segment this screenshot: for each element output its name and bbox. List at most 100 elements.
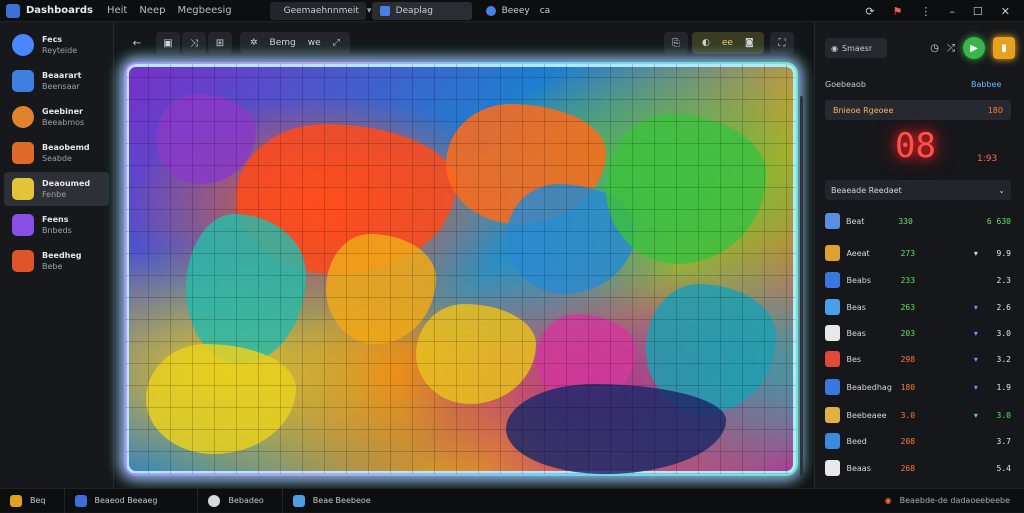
leaderboard-header[interactable]: Beaeade Reedaet ⌄ (825, 180, 1011, 200)
view-group[interactable]: ✲ Bemg we ⤢ (240, 32, 350, 54)
player-value: 9.9 (996, 248, 1011, 258)
player-icon (825, 213, 840, 229)
sidebar-item-5[interactable]: Deaoumed Fenbe (4, 172, 109, 206)
status-item-label: Beq (30, 496, 46, 505)
leaderboard-row[interactable]: Bes 298 ▾ 3.2 (825, 346, 1011, 372)
hint-group[interactable]: ◐ ee ◙ (692, 32, 764, 54)
chevron-down-icon: ⌄ (998, 185, 1005, 195)
status-item-label: Beaeod Beeaeg (94, 496, 158, 505)
shuffle-button[interactable]: ⤨ (182, 32, 206, 54)
scrollbar[interactable] (800, 96, 803, 476)
camera-icon: ◙ (744, 38, 754, 48)
leaderboard-row[interactable]: Beabs 233 2.3 (825, 267, 1011, 293)
player-value: 3.0 (996, 328, 1011, 338)
player-score: 263 (900, 302, 916, 312)
leaderboard-row[interactable]: Aeeat 273 ▾ 9.9 (825, 240, 1011, 266)
sidebar-item-subtitle: Fenbe (42, 190, 67, 199)
refresh-icon[interactable]: ⟳ (865, 5, 874, 18)
player-score: 273 (900, 248, 916, 258)
browser-icon (485, 5, 496, 16)
leaderboard-row[interactable]: Beabedhag 180 ▾ 1.9 (825, 374, 1011, 400)
app-icon (12, 34, 34, 56)
app-icon (12, 70, 34, 92)
status-item-1[interactable]: Beq (10, 488, 65, 513)
close-icon[interactable]: ✕ (1001, 5, 1010, 18)
tab-3[interactable]: Beeey ca (478, 2, 559, 20)
player-name: Beaas (846, 463, 871, 473)
player-icon (825, 299, 841, 315)
play-button[interactable]: ▶ (963, 37, 985, 59)
tab-2[interactable]: Deaplag (371, 1, 472, 20)
expand-icon: ⤢ (332, 38, 340, 48)
timer-right: 180 (987, 105, 1003, 115)
sidebar-item-subtitle: Beensaar (42, 82, 80, 91)
flag-icon[interactable]: ⚑ (893, 5, 903, 18)
menu-item-2[interactable]: Neep (139, 5, 165, 16)
leaderboard-row[interactable]: Beas 203 ▾ 3.0 (825, 320, 1011, 346)
toolbar: ← ▣ ⤨ ⊞ ✲ Bemg we ⤢ ⎘ ◐ ee ◙ ⛶ (114, 32, 800, 56)
menu-item-1[interactable]: Heit (107, 5, 127, 16)
sidebar-item-title: Feens (42, 215, 69, 224)
sidebar-item-7[interactable]: Beedheg Bebe (4, 244, 109, 278)
player-score: 330 (898, 216, 913, 226)
tab-3-label: Beeey (501, 5, 530, 16)
sidebar-item-title: Beedheg (42, 251, 82, 260)
status-bar: Beq Beaeod Beeaeg Bebadeo Beae Beebeoe ◉… (0, 488, 1024, 513)
sidebar-item-4[interactable]: Beaobemd Seabde (4, 136, 109, 170)
image-button[interactable]: ▣ (156, 32, 180, 54)
info-icon (208, 494, 221, 507)
sidebar-item-6[interactable]: Feens Bnbeds (4, 208, 109, 242)
player-icon (825, 460, 841, 476)
leaderboard-row[interactable]: Beat 330 6 630 (825, 208, 1011, 234)
view-suffix: we (307, 38, 321, 48)
player-icon (825, 351, 841, 367)
player-name: Beebeaee (846, 410, 887, 420)
back-button[interactable]: ← (126, 32, 148, 54)
search-icon: ◉ (831, 43, 838, 53)
puzzle-board[interactable] (126, 64, 796, 474)
status-item-3[interactable]: Bebadeo (208, 488, 283, 513)
player-icon (825, 272, 841, 288)
clock-icon[interactable]: ◷ (930, 43, 939, 54)
player-name: Beed (846, 436, 867, 446)
tab-1-label: Geemaehnnmeit (283, 5, 359, 16)
status-item-2[interactable]: Beaeod Beeaeg (74, 488, 199, 513)
save-button[interactable]: ⎘ (664, 32, 688, 54)
shuffle-icon[interactable]: ⤮ (947, 43, 955, 54)
sidebar-item-3[interactable]: Geebiner Beeabmos (4, 100, 109, 134)
player-value: 2.3 (996, 275, 1011, 285)
alert-icon[interactable]: ◉ (885, 496, 892, 505)
puzzle-icon (12, 178, 34, 200)
more-icon[interactable]: ⋮ (920, 5, 931, 18)
status-item-4[interactable]: Beae Beebeoe (292, 489, 389, 513)
window-controls: ⟳ ⚑ ⋮ – ☐ ✕ (865, 0, 1010, 22)
sidebar-item-title: Deaoumed (42, 179, 91, 188)
player-name: Bes (846, 354, 862, 364)
sidebar-item-subtitle: Seabde (42, 154, 72, 163)
search-label: Smaesr (841, 43, 873, 53)
leaderboard-row[interactable]: Beebeaee 3.0 ▾ 3.0 (825, 402, 1011, 428)
sidebar: Fecs Reyteide Beaarart Beensaar Geebiner Be… (0, 22, 114, 488)
player-icon (825, 245, 841, 261)
puzzle-grid (126, 64, 796, 474)
leaderboard-row[interactable]: Beaas 268 5.4 (825, 455, 1011, 481)
status-text: Beaebde-de dadaoeebeebe (899, 496, 1010, 505)
leaderboard-row[interactable]: Beed 208 3.7 (825, 428, 1011, 454)
fullscreen-button[interactable]: ⛶ (770, 32, 794, 54)
sidebar-item-1[interactable]: Fecs Reyteide (4, 28, 109, 62)
tab-2-label: Deaplag (395, 5, 434, 16)
menu-item-3[interactable]: Megbeesig (177, 5, 231, 16)
leaderboard-row[interactable]: Beas 263 ▾ 2.6 (825, 294, 1011, 320)
app-icon (12, 214, 34, 236)
trophy-button[interactable]: ▮ (993, 37, 1015, 59)
countdown-timer: 08 (895, 126, 936, 166)
chevron-down-icon[interactable]: ▾ (367, 6, 372, 16)
trend-icon: ▾ (973, 410, 978, 420)
status-item-label: Beae Beebeoe (312, 496, 371, 505)
search-button[interactable]: ◉ Smaesr (825, 38, 887, 58)
minimize-icon[interactable]: – (949, 5, 955, 18)
maximize-icon[interactable]: ☐ (973, 5, 983, 18)
sidebar-item-2[interactable]: Beaarart Beensaar (4, 64, 109, 98)
grid-button[interactable]: ⊞ (208, 32, 232, 54)
tab-1[interactable]: Geemaehnnmeit ▾ (269, 1, 371, 20)
